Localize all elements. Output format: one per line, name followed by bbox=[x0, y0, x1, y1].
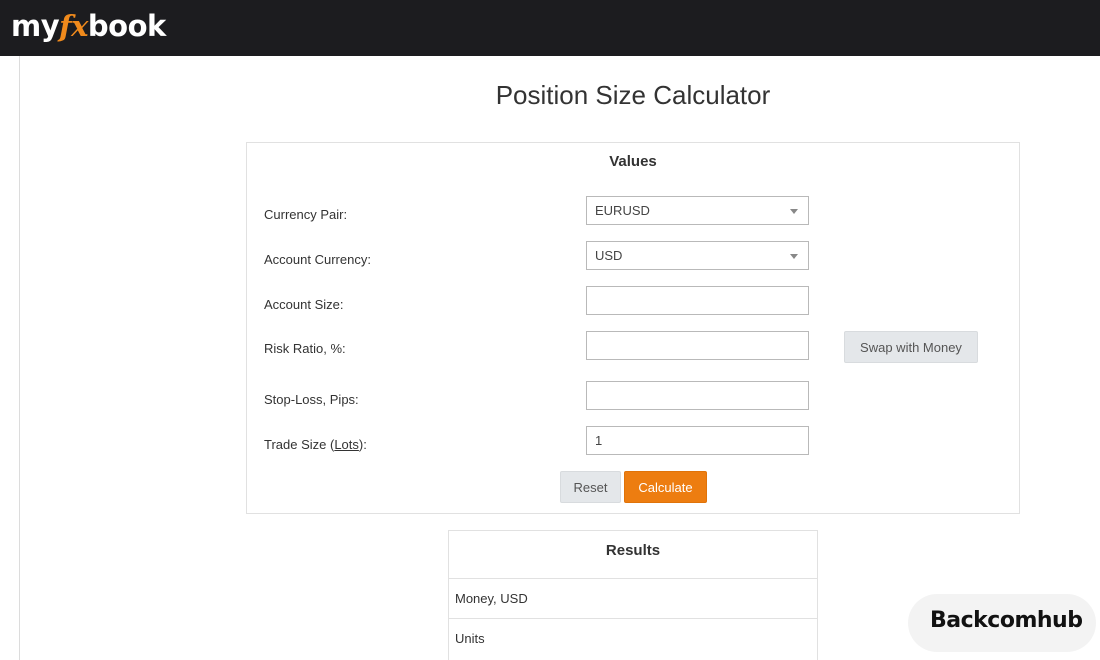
account-size-input[interactable] bbox=[586, 286, 809, 315]
trade-size-label: Trade Size (Lots): bbox=[264, 437, 367, 452]
account-size-label: Account Size: bbox=[264, 297, 344, 312]
stop-loss-input[interactable] bbox=[586, 381, 809, 410]
logo-text-my: my bbox=[11, 9, 60, 43]
risk-ratio-label: Risk Ratio, %: bbox=[264, 341, 346, 356]
currency-pair-label: Currency Pair: bbox=[264, 207, 348, 222]
currency-pair-select[interactable]: EURUSD bbox=[586, 196, 809, 225]
account-currency-label: Account Currency: bbox=[264, 252, 371, 267]
currency-pair-value: EURUSD bbox=[595, 203, 650, 218]
watermark-text: Backcomhub bbox=[930, 608, 1083, 633]
myfxbook-logo[interactable]: myfxbook bbox=[11, 8, 166, 44]
trade-size-label-prefix: Trade Size ( bbox=[264, 437, 335, 452]
trade-size-input[interactable] bbox=[586, 426, 809, 455]
swap-with-money-button[interactable]: Swap with Money bbox=[844, 331, 978, 363]
result-row-money: Money, USD bbox=[449, 578, 817, 618]
lots-link[interactable]: Lots bbox=[334, 437, 359, 452]
logo-text-fx: fx bbox=[59, 9, 88, 43]
values-heading: Values bbox=[609, 153, 657, 170]
page-left-border bbox=[19, 56, 20, 660]
results-panel: Results Money, USD Units bbox=[448, 530, 818, 660]
page-title: Position Size Calculator bbox=[495, 80, 771, 110]
stop-loss-label: Stop-Loss, Pips: bbox=[264, 392, 359, 407]
account-currency-select[interactable]: USD bbox=[586, 241, 809, 270]
logo-text-book: book bbox=[87, 9, 166, 43]
calculate-button[interactable]: Calculate bbox=[624, 471, 707, 503]
backcomhub-watermark: Backcomhub bbox=[908, 594, 1096, 652]
risk-ratio-input[interactable] bbox=[586, 331, 809, 360]
result-row-units: Units bbox=[449, 618, 817, 658]
results-heading: Results bbox=[605, 542, 661, 559]
reset-button[interactable]: Reset bbox=[560, 471, 621, 503]
values-panel: Values Currency Pair: EURUSD Account Cur… bbox=[246, 142, 1020, 514]
chevron-down-icon bbox=[790, 209, 798, 214]
top-navbar: myfxbook bbox=[0, 0, 1100, 56]
trade-size-label-suffix: ): bbox=[358, 437, 367, 452]
chevron-down-icon bbox=[790, 254, 798, 259]
account-currency-value: USD bbox=[595, 248, 623, 263]
